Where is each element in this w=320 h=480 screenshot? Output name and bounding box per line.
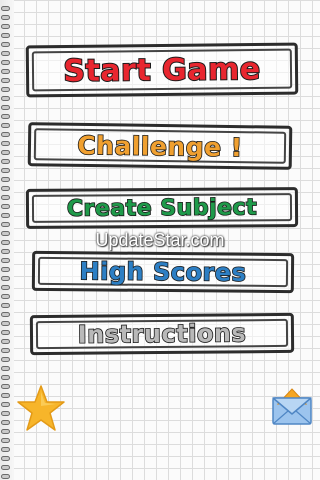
binding-ring (1, 114, 10, 119)
binding-ring (1, 474, 10, 479)
binding-ring (1, 438, 10, 443)
watermark: UpdateStar.com (95, 230, 225, 250)
binding-ring (1, 258, 10, 263)
binding-ring (1, 321, 10, 326)
binding-ring (1, 465, 10, 470)
binding-ring (1, 276, 10, 281)
high-scores-button[interactable]: High Scores (31, 250, 295, 294)
binding-ring (1, 60, 10, 65)
start-game-label: Start Game (62, 50, 262, 89)
binding-ring (1, 411, 10, 416)
binding-ring (1, 141, 10, 146)
binding-ring (1, 168, 10, 173)
binding-ring (1, 240, 10, 245)
binding-ring (1, 15, 10, 20)
binding-ring (1, 348, 10, 353)
binding-ring (1, 177, 10, 182)
binding-ring (1, 420, 10, 425)
create-subject-label: Create Subject (66, 194, 258, 222)
binding-ring (1, 213, 10, 218)
instructions-button[interactable]: Instructions (29, 312, 295, 356)
binding-ring (1, 195, 10, 200)
binding-ring (1, 456, 10, 461)
binding-ring (1, 6, 10, 11)
binding-ring (1, 429, 10, 434)
binding-ring (1, 123, 10, 128)
star-icon[interactable] (16, 384, 66, 432)
binding-ring (1, 249, 10, 254)
binding-ring (1, 231, 10, 236)
high-scores-label: High Scores (79, 256, 248, 287)
binding-ring (1, 105, 10, 110)
binding-ring (1, 402, 10, 407)
challenge-label: Challenge ! (76, 130, 243, 163)
binding-ring (1, 267, 10, 272)
binding-ring (1, 42, 10, 47)
binding-ring (1, 78, 10, 83)
mail-icon[interactable] (270, 384, 314, 428)
binding-ring (1, 393, 10, 398)
start-game-button[interactable]: Start Game (25, 42, 299, 98)
binding-ring (1, 159, 10, 164)
binding-ring (1, 87, 10, 92)
binding-ring (1, 330, 10, 335)
binding-ring (1, 69, 10, 74)
binding-ring (1, 186, 10, 191)
binding-ring (1, 51, 10, 56)
binding-ring (1, 204, 10, 209)
instructions-label: Instructions (77, 318, 247, 349)
binding-ring (1, 357, 10, 362)
binding-ring (1, 285, 10, 290)
binding-ring (1, 375, 10, 380)
binding-ring (1, 294, 10, 299)
binding-ring (1, 222, 10, 227)
binding-ring (1, 33, 10, 38)
binding-ring (1, 150, 10, 155)
binding-ring (1, 312, 10, 317)
challenge-button[interactable]: Challenge ! (27, 122, 293, 170)
binding-ring (1, 96, 10, 101)
create-subject-button[interactable]: Create Subject (25, 187, 299, 229)
binding-ring (1, 366, 10, 371)
main-menu-screen: Start Game Challenge ! Create Subject Up… (0, 0, 320, 480)
binding-ring (1, 303, 10, 308)
spiral-binding (0, 0, 14, 480)
binding-ring (1, 447, 10, 452)
binding-ring (1, 132, 10, 137)
binding-ring (1, 384, 10, 389)
binding-ring (1, 339, 10, 344)
binding-ring (1, 24, 10, 29)
